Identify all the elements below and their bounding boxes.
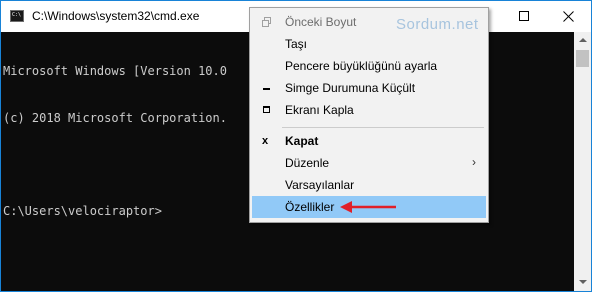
menu-item-close[interactable]: x Kapat: [252, 130, 486, 152]
red-arrow-annotation: [340, 201, 396, 213]
scroll-thumb[interactable]: [576, 50, 589, 67]
close-icon: [563, 11, 574, 22]
chevron-right-icon: ›: [472, 155, 476, 169]
system-context-menu: Sordum.net Önceki Boyut Taşı Pencere büy…: [249, 7, 489, 223]
minimize-icon: [262, 83, 272, 93]
maximize-button[interactable]: [501, 1, 547, 32]
menu-item-maximize[interactable]: Ekranı Kapla: [252, 99, 486, 121]
menu-item-label: Simge Durumuna Küçült: [285, 81, 416, 95]
menu-item-size[interactable]: Pencere büyüklüğünü ayarla: [252, 55, 486, 77]
maximize-icon: [262, 105, 272, 115]
close-icon: x: [262, 135, 269, 147]
menu-separator: [282, 127, 484, 128]
menu-item-minimize[interactable]: Simge Durumuna Küçült: [252, 77, 486, 99]
menu-item-edit[interactable]: Düzenle ›: [252, 152, 486, 174]
restore-icon: [262, 17, 272, 27]
menu-item-move[interactable]: Taşı: [252, 33, 486, 55]
menu-item-label: Düzenle: [285, 156, 330, 170]
close-button[interactable]: [545, 1, 591, 32]
menu-item-label: Önceki Boyut: [285, 15, 357, 29]
menu-item-label: Kapat: [285, 134, 319, 148]
scroll-down-button[interactable]: [574, 274, 591, 291]
menu-item-label: Taşı: [285, 37, 308, 51]
window-title: C:\Windows\system32\cmd.exe: [32, 9, 200, 23]
menu-item-label: Ekranı Kapla: [285, 103, 354, 117]
scroll-up-button[interactable]: [574, 32, 591, 49]
menu-item-restore[interactable]: Önceki Boyut: [252, 11, 486, 33]
cmd-app-icon[interactable]: [10, 10, 24, 22]
menu-item-defaults[interactable]: Varsayılanlar: [252, 174, 486, 196]
menu-item-label: Özellikler: [285, 200, 335, 214]
vertical-scrollbar[interactable]: [574, 32, 591, 291]
menu-item-label: Pencere büyüklüğünü ayarla: [285, 59, 438, 73]
menu-item-label: Varsayılanlar: [285, 178, 355, 192]
